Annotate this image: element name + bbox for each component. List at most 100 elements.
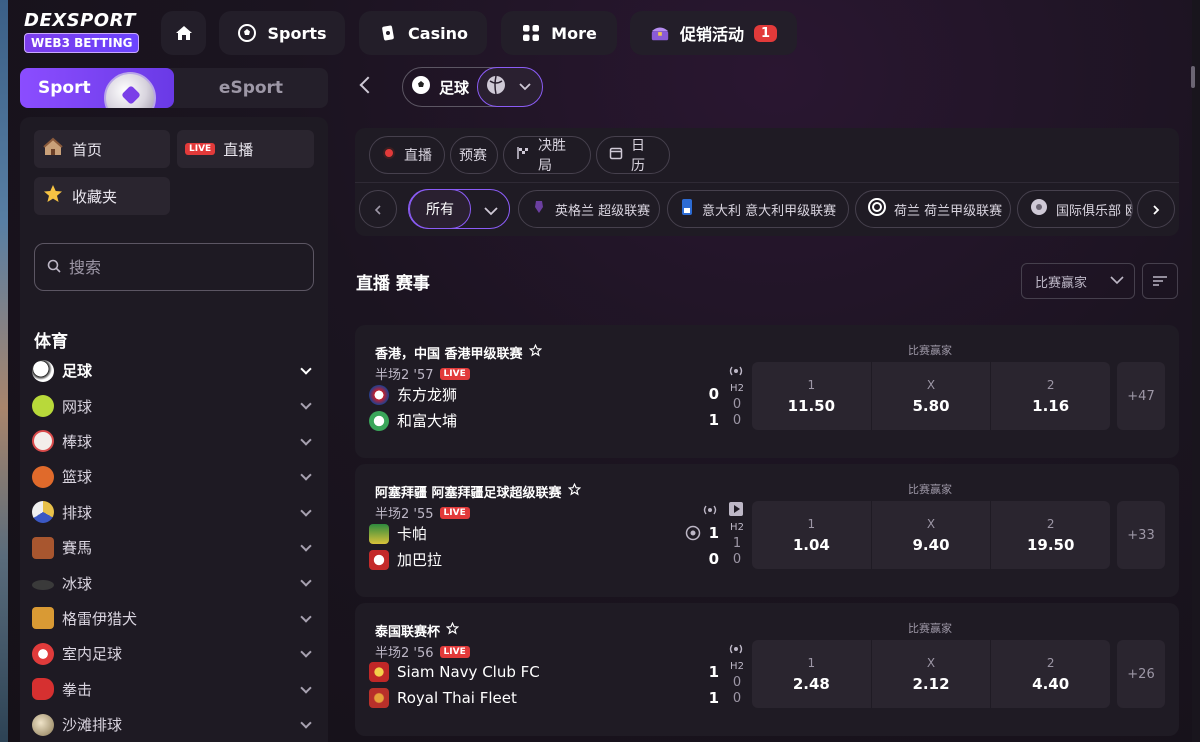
sidebar-item-baseball[interactable]: 棒球 xyxy=(32,424,316,459)
promo-count-badge: 1 xyxy=(753,24,778,42)
team-name: 卡帕 xyxy=(397,525,428,543)
filter-live[interactable]: 直播 xyxy=(369,136,445,174)
odd-home[interactable]: 1 11.50 xyxy=(752,362,872,430)
nav-casino-label: Casino xyxy=(408,23,468,43)
sidebar-home-label: 首页 xyxy=(72,140,103,159)
odd-draw[interactable]: X 2.12 xyxy=(872,640,992,708)
h2-score-away: 0 xyxy=(732,691,742,706)
video-stream-icon[interactable] xyxy=(729,502,743,516)
match-card[interactable]: 香港，中国 香港甲级联赛 比赛赢家 半场2 '57 LIVE H2 东方龙狮 0… xyxy=(355,325,1179,458)
search-box[interactable] xyxy=(34,243,314,291)
league-chip[interactable]: 意大利 意大利甲级联赛 xyxy=(667,190,849,228)
home-button[interactable] xyxy=(161,11,206,55)
league-chip[interactable]: 荷兰 荷兰甲级联赛 xyxy=(855,190,1011,228)
sidebar-item-horse-racing[interactable]: 賽馬 xyxy=(32,530,316,565)
leagues-next-button[interactable] xyxy=(1137,190,1175,228)
filter-outright[interactable]: 决胜局 xyxy=(503,136,591,174)
team-home: 东方龙狮 xyxy=(369,384,457,405)
sidebar-item-soccer[interactable]: 足球 xyxy=(32,353,316,388)
match-clock: 半场2 '56 xyxy=(375,646,434,661)
sidebar-item-volleyball[interactable]: 排球 xyxy=(32,495,316,530)
chevron-down-icon xyxy=(300,681,312,694)
match-league-label: 香港，中国 香港甲级联赛 xyxy=(375,347,523,362)
search-input[interactable] xyxy=(69,257,289,277)
filter-calendar[interactable]: 日历 xyxy=(596,136,670,174)
odd-away[interactable]: 2 1.16 xyxy=(991,362,1110,430)
odd-home[interactable]: 1 1.04 xyxy=(752,501,872,569)
treasure-chest-icon xyxy=(650,23,670,43)
esport-tab[interactable]: eSport xyxy=(174,68,328,108)
star-outline-icon[interactable] xyxy=(567,482,581,500)
sidebar-item-tennis[interactable]: 网球 xyxy=(32,388,316,423)
sport-tab[interactable]: Sport xyxy=(20,68,174,108)
chevron-down-icon xyxy=(300,575,312,588)
sport-selector-label: 足球 xyxy=(439,78,470,97)
sidebar-item-greyhound[interactable]: 格雷伊猎犬 xyxy=(32,601,316,636)
odd-value: 1.04 xyxy=(792,535,830,554)
odd-home[interactable]: 1 2.48 xyxy=(752,640,872,708)
scrollbar-thumb[interactable] xyxy=(1191,66,1195,88)
sport-esport-toggle: Sport eSport xyxy=(20,68,328,108)
sidebar-item-basketball[interactable]: 篮球 xyxy=(32,459,316,494)
esport-tab-label: eSport xyxy=(218,78,284,98)
league-all-button[interactable]: 所有 xyxy=(409,189,471,229)
star-outline-icon[interactable] xyxy=(528,343,542,361)
odd-draw[interactable]: X 9.40 xyxy=(872,501,992,569)
match-card[interactable]: 泰国联赛杯 比赛赢家 半场2 '56 LIVE H2 Siam Navy Clu… xyxy=(355,603,1179,736)
odd-label: 1 xyxy=(807,655,816,670)
more-markets-button[interactable]: +26 xyxy=(1117,640,1165,708)
market-select-label: 比赛赢家 xyxy=(1035,275,1088,291)
nav-casino-button[interactable]: Casino xyxy=(359,11,487,55)
nav-more-button[interactable]: More xyxy=(501,11,617,55)
broadcast-icon xyxy=(701,502,719,516)
sidebar-favorites[interactable]: 收藏夹 xyxy=(34,177,170,215)
league-all-dropdown[interactable]: 所有 xyxy=(408,189,510,229)
soccer-ball-icon xyxy=(237,23,257,43)
nav-promo-button[interactable]: 促销活动 1 xyxy=(630,11,797,55)
sidebar-live[interactable]: LIVE 直播 xyxy=(177,130,314,168)
nav-sports-button[interactable]: Sports xyxy=(219,11,345,55)
sidebar-item-beach-volleyball[interactable]: 沙滩排球 xyxy=(32,707,316,742)
odd-value: 1.16 xyxy=(1032,396,1070,415)
live-badge: LIVE xyxy=(439,645,470,658)
more-markets-button[interactable]: +47 xyxy=(1117,362,1165,430)
market-label: 比赛赢家 xyxy=(908,483,952,496)
horse-racing-icon xyxy=(32,536,54,559)
leagues-prev-button[interactable] xyxy=(359,190,397,228)
h2-label: H2 xyxy=(730,661,744,672)
odd-draw[interactable]: X 5.80 xyxy=(872,362,992,430)
h2-label: H2 xyxy=(730,383,744,394)
sport-dropdown[interactable] xyxy=(477,67,543,107)
more-markets-button[interactable]: +33 xyxy=(1117,501,1165,569)
star-outline-icon[interactable] xyxy=(445,621,460,639)
odd-away[interactable]: 2 4.40 xyxy=(991,640,1110,708)
match-card[interactable]: 阿塞拜疆 阿塞拜疆足球超级联赛 比赛赢家 半场2 '55 LIVE H2 卡帕 … xyxy=(355,464,1179,597)
filter-prematch[interactable]: 预赛 xyxy=(450,136,498,174)
league-chip-label: 英格兰 超级联赛 xyxy=(555,203,651,219)
sidebar-item-label: 格雷伊猎犬 xyxy=(62,609,138,628)
market-select[interactable]: 比赛赢家 xyxy=(1021,263,1135,299)
sport-selector[interactable]: 足球 xyxy=(402,67,543,107)
league-chip-label: 国际俱乐部 欧 xyxy=(1056,203,1133,219)
grid-icon xyxy=(521,23,541,43)
score-home: 1 xyxy=(708,524,719,542)
filter-outright-label: 决胜局 xyxy=(538,138,566,174)
team-logo xyxy=(369,410,389,431)
soccer-ball-icon xyxy=(411,75,431,99)
league-chip[interactable]: 国际俱乐部 欧 xyxy=(1017,190,1133,228)
cards-icon xyxy=(378,23,398,43)
sidebar-home[interactable]: 首页 xyxy=(34,130,170,168)
scrollbar-track[interactable] xyxy=(1192,0,1200,742)
logo[interactable]: DEXSPORT WEB3 BETTING xyxy=(24,10,144,54)
sidebar-item-ice-hockey[interactable]: 冰球 xyxy=(32,565,316,600)
odds-group: 1 2.48 X 2.12 2 4.40 xyxy=(752,640,1110,708)
league-chip[interactable]: 英格兰 超级联赛 xyxy=(518,190,660,228)
team-name: 加巴拉 xyxy=(397,551,443,569)
sort-button[interactable] xyxy=(1142,263,1178,299)
sort-icon xyxy=(1152,272,1168,291)
futsal-icon xyxy=(32,642,54,665)
sidebar-item-boxing[interactable]: 拳击 xyxy=(32,672,316,707)
greyhound-icon xyxy=(32,607,54,630)
sidebar-item-futsal[interactable]: 室内足球 xyxy=(32,636,316,671)
odd-away[interactable]: 2 19.50 xyxy=(991,501,1110,569)
